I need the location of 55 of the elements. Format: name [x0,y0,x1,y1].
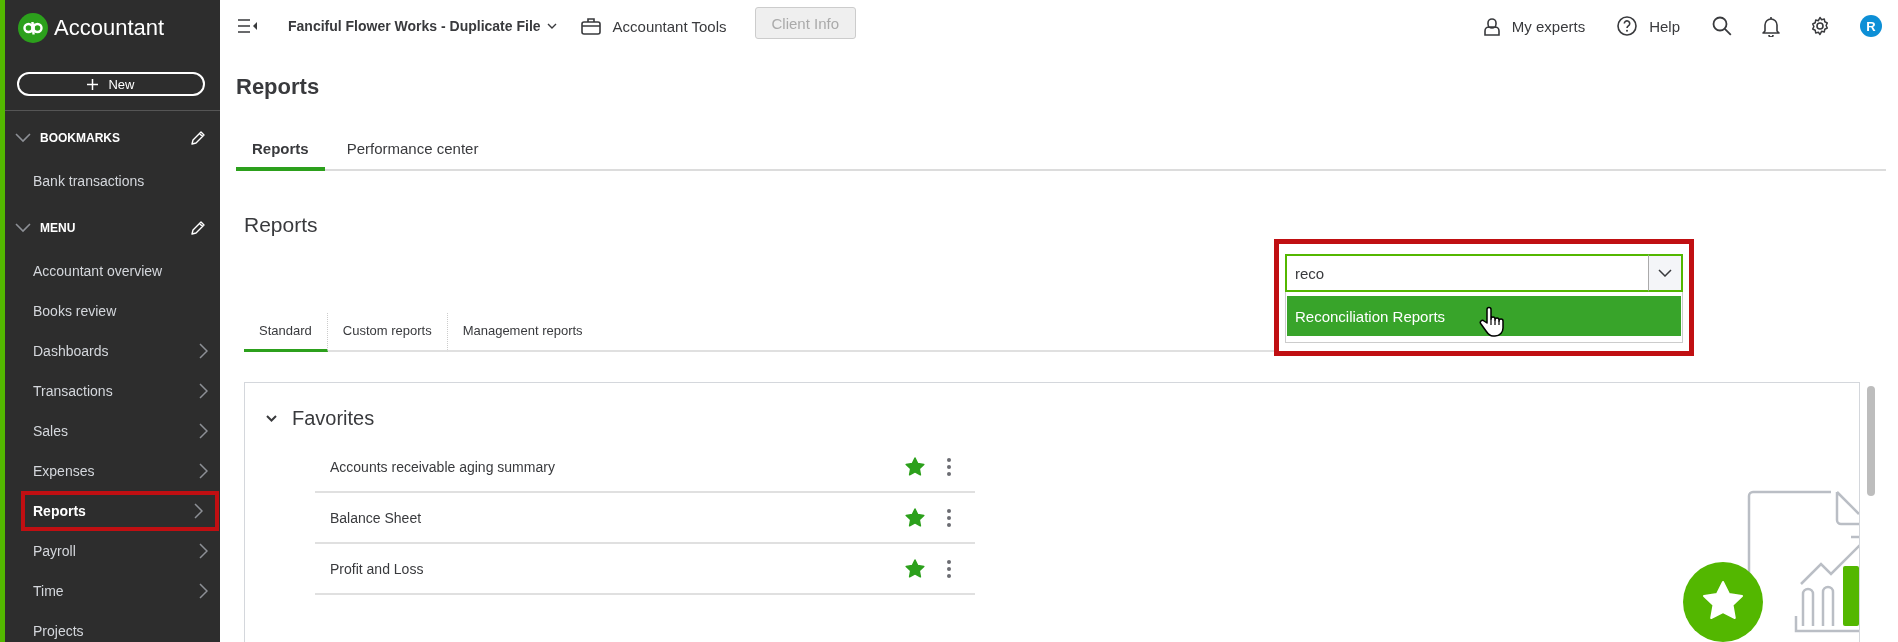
accountant-tools-button[interactable]: Accountant Tools [580,17,727,35]
star-icon[interactable] [905,559,925,578]
menu-icon[interactable] [238,19,258,33]
search-field[interactable]: reco [1285,254,1648,292]
plus-icon [87,78,99,90]
help-icon [1617,16,1638,36]
sidebar-item[interactable]: Bank transactions [5,161,220,201]
sidebar-item[interactable]: Dashboards [5,331,220,371]
chevron-down-icon [1658,269,1672,277]
tab[interactable]: Custom reports [327,313,448,352]
caret-icon [546,22,557,30]
help-button[interactable]: Help [1617,16,1680,36]
tab[interactable]: Management reports [447,313,598,352]
tab[interactable]: Performance center [330,132,495,171]
pencil-icon[interactable] [190,220,206,236]
person-icon [1483,16,1500,36]
favorites-title: Favorites [292,407,375,430]
briefcase-icon [580,17,601,35]
sidebar-item[interactable]: Books review [5,291,220,331]
company-dropdown[interactable]: Fanciful Flower Works - Duplicate File [288,18,557,34]
sidebar-item[interactable]: Reports [25,495,215,527]
hand-cursor-icon [1479,306,1505,338]
page-title: Reports [236,74,321,100]
logo-icon [18,13,48,43]
report-link[interactable]: Balance Sheet [330,509,905,526]
report-link[interactable]: Profit and Loss [330,560,905,577]
chevron-down-icon[interactable] [266,415,277,422]
section-title: MENU [40,221,77,235]
sidebar-item[interactable]: Time [5,571,220,611]
report-link[interactable]: Accounts receivable aging summary [330,458,905,475]
pencil-icon[interactable] [190,130,206,146]
more-options-icon[interactable] [947,457,951,476]
sidebar-item[interactable]: Projects [5,611,220,642]
more-options-icon[interactable] [947,559,951,578]
sidebar-item[interactable]: Expenses [5,451,220,491]
scrollbar-thumb[interactable] [1867,386,1875,496]
sidebar-item[interactable]: Sales [5,411,220,451]
star-icon[interactable] [905,457,925,476]
more-options-icon[interactable] [947,508,951,527]
tab[interactable]: Standard [244,313,328,352]
new-button[interactable]: New [17,72,205,96]
sidebar-item[interactable]: Payroll [5,531,220,571]
avatar[interactable]: R [1860,15,1882,37]
section-title: BOOKMARKS [40,131,121,145]
dropdown-button[interactable] [1648,254,1683,292]
search-icon[interactable] [1712,16,1732,36]
section-title: Reports [244,213,319,237]
logo-text: Accountant [54,15,165,41]
tab[interactable]: Reports [236,132,325,171]
star-icon[interactable] [905,508,925,527]
sidebar-item[interactable]: Accountant overview [5,251,220,291]
my-experts-button[interactable]: My experts [1483,16,1586,36]
settings-icon[interactable] [1810,16,1830,36]
bell-icon[interactable] [1762,15,1780,37]
sidebar-item[interactable]: Transactions [5,371,220,411]
